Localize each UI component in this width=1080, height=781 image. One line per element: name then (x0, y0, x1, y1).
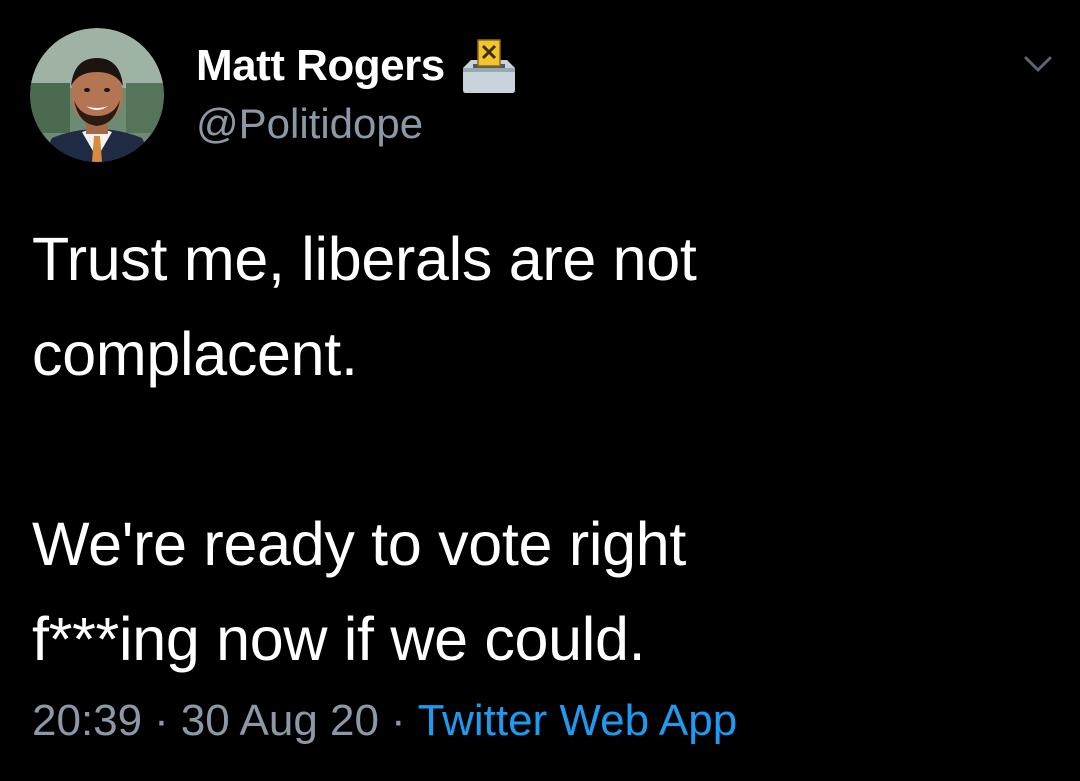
tweet-menu-button[interactable] (1018, 50, 1058, 78)
separator: · (390, 696, 406, 745)
tweet-text: Trust me, liberals are not complacent. W… (32, 212, 1042, 687)
author-info: Matt Rogers @Politidope (196, 38, 519, 148)
tweet-time[interactable]: 20:39 (32, 696, 142, 745)
separator: · (154, 696, 169, 745)
tweet-line: complacent. (32, 320, 358, 388)
avatar[interactable] (30, 28, 164, 162)
tweet-source-link[interactable]: Twitter Web App (418, 696, 738, 745)
user-handle[interactable]: @Politidope (196, 100, 519, 148)
tweet: Matt Rogers @Politidope Trust me, libera… (0, 0, 1080, 781)
chevron-down-icon (1024, 56, 1052, 72)
tweet-date[interactable]: 30 Aug 20 (181, 696, 379, 745)
tweet-line: We're ready to vote right (32, 510, 686, 578)
display-name[interactable]: Matt Rogers (196, 41, 445, 91)
tweet-line: f***ing now if we could. (32, 605, 646, 673)
avatar-photo (30, 28, 164, 162)
name-row: Matt Rogers (196, 38, 519, 94)
tweet-line: Trust me, liberals are not (32, 225, 697, 293)
tweet-metadata: 20:39 · 30 Aug 20 · Twitter Web App (32, 696, 737, 746)
ballot-box-icon (459, 38, 519, 94)
